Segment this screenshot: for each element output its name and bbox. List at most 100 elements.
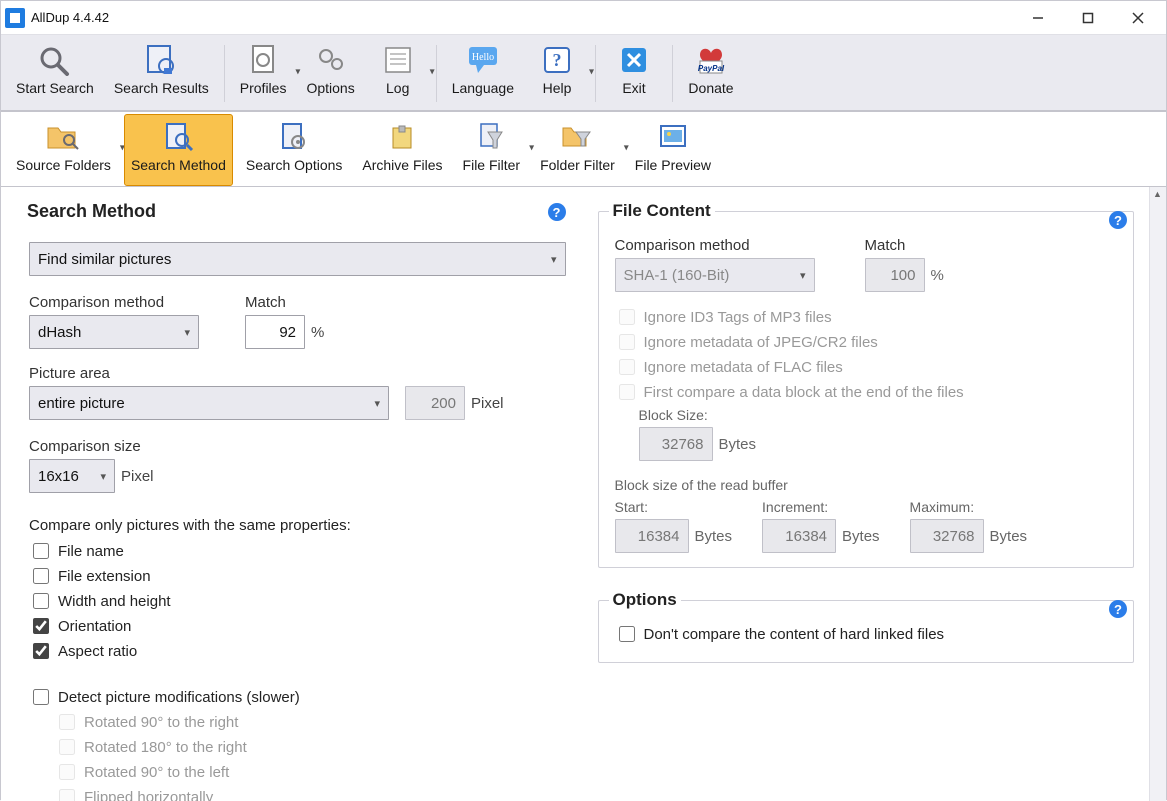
buffer-label: Block size of the read buffer [615, 477, 1118, 493]
main-content: Search Method ? Find similar pictures ▾ … [1, 187, 1166, 801]
search-method-pane: Search Method ? Find similar pictures ▾ … [1, 187, 586, 801]
paypal-heart-icon: PayPal [689, 42, 733, 78]
start-search-label: Start Search [16, 80, 94, 96]
comparison-method-value: dHash [38, 324, 81, 341]
match-input[interactable]: 92 [245, 315, 305, 349]
picture-area-select[interactable]: entire picture ▾ [29, 386, 389, 420]
tab-file-preview-label: File Preview [635, 157, 711, 173]
chk-orientation[interactable]: Orientation [29, 615, 566, 637]
exit-icon [612, 42, 656, 78]
tab-source-folders-label: Source Folders [16, 157, 111, 173]
log-button[interactable]: Log ▾ [368, 37, 428, 110]
fc-comparison-label: Comparison method [615, 237, 815, 254]
chk-hardlink[interactable]: Don't compare the content of hard linked… [615, 623, 1118, 645]
max-label: Maximum: [910, 499, 1028, 515]
chevron-down-icon[interactable]: ▾ [430, 66, 435, 77]
tab-search-method[interactable]: Search Method [124, 114, 233, 186]
options-button[interactable]: Options [299, 37, 361, 110]
exit-button[interactable]: Exit [604, 37, 664, 110]
question-icon: ? [535, 42, 579, 78]
comparison-method-select[interactable]: dHash ▾ [29, 315, 199, 349]
start-label: Start: [615, 499, 733, 515]
mode-select[interactable]: Find similar pictures ▾ [29, 242, 566, 276]
language-button[interactable]: Hello Language [445, 37, 521, 110]
tab-source-folders[interactable]: Source Folders ▾ [9, 114, 118, 186]
chevron-down-icon: ▾ [374, 397, 380, 410]
minimize-button[interactable] [1014, 2, 1062, 34]
file-magnifier-icon [156, 119, 200, 155]
fc-comparison-select: SHA-1 (160-Bit) ▾ [615, 258, 815, 292]
help-label: Help [543, 80, 572, 96]
window-controls [1014, 2, 1162, 34]
options-title: Options [609, 590, 681, 610]
language-label: Language [452, 80, 514, 96]
comparison-size-select[interactable]: 16x16 ▾ [29, 459, 115, 493]
chk-file-ext[interactable]: File extension [29, 565, 566, 587]
help-icon[interactable]: ? [1109, 211, 1127, 229]
chk-file-name[interactable]: File name [29, 540, 566, 562]
donate-button[interactable]: PayPal Donate [681, 37, 741, 110]
bytes-unit: Bytes [719, 436, 757, 453]
chk-ign-id3: Ignore ID3 Tags of MP3 files [615, 306, 1118, 328]
preview-icon [651, 119, 695, 155]
svg-text:Hello: Hello [472, 52, 494, 63]
svg-text:PayPal: PayPal [698, 64, 725, 73]
tab-archive-files-label: Archive Files [362, 157, 442, 173]
incr-input: 16384 [762, 519, 836, 553]
picture-area-px-input: 200 [405, 386, 465, 420]
chk-rot90r: Rotated 90° to the right [55, 711, 566, 733]
vertical-scrollbar[interactable] [1149, 187, 1166, 801]
maximize-button[interactable] [1064, 2, 1112, 34]
gears-icon [309, 42, 353, 78]
help-button[interactable]: ? Help ▾ [527, 37, 587, 110]
file-content-title: File Content [609, 201, 715, 221]
comparison-size-label: Comparison size [29, 438, 566, 455]
fc-comparison-value: SHA-1 (160-Bit) [624, 267, 730, 284]
exit-label: Exit [622, 80, 645, 96]
options-label: Options [306, 80, 354, 96]
start-search-button[interactable]: Start Search [9, 37, 101, 110]
same-props-label: Compare only pictures with the same prop… [29, 517, 566, 534]
pct-unit: % [931, 267, 944, 284]
picture-area-label: Picture area [29, 365, 566, 382]
pixel-unit: Pixel [471, 395, 504, 412]
file-gear-icon [272, 119, 316, 155]
log-icon [376, 42, 420, 78]
tab-archive-files[interactable]: Archive Files [355, 114, 449, 186]
fc-match-input: 100 [865, 258, 925, 292]
comparison-size-value: 16x16 [38, 468, 79, 485]
chevron-down-icon: ▾ [100, 470, 106, 483]
chevron-down-icon: ▾ [551, 253, 557, 266]
tab-folder-filter[interactable]: Folder Filter ▾ [533, 114, 622, 186]
tab-file-filter[interactable]: File Filter ▾ [456, 114, 528, 186]
chk-first-block: First compare a data block at the end of… [615, 381, 1118, 403]
bytes-unit: Bytes [842, 528, 880, 545]
search-results-label: Search Results [114, 80, 209, 96]
chevron-down-icon: ▾ [184, 326, 190, 339]
chk-ign-jpeg: Ignore metadata of JPEG/CR2 files [615, 331, 1118, 353]
tab-file-preview[interactable]: File Preview [628, 114, 718, 186]
profiles-button[interactable]: Profiles ▾ [233, 37, 294, 110]
magnifier-icon [33, 42, 77, 78]
close-button[interactable] [1114, 2, 1162, 34]
profiles-label: Profiles [240, 80, 287, 96]
tab-search-options[interactable]: Search Options [239, 114, 350, 186]
donate-label: Donate [688, 80, 733, 96]
help-icon[interactable]: ? [1109, 600, 1127, 618]
help-icon[interactable]: ? [548, 203, 566, 221]
max-input: 32768 [910, 519, 984, 553]
pixel-unit: Pixel [121, 468, 154, 485]
chevron-down-icon[interactable]: ▾ [589, 66, 594, 77]
folder-magnifier-icon [41, 119, 85, 155]
search-results-button[interactable]: Search Results [107, 37, 216, 110]
results-icon [139, 42, 183, 78]
tab-search-options-label: Search Options [246, 157, 343, 173]
file-funnel-icon [469, 119, 513, 155]
svg-text:?: ? [553, 50, 562, 70]
app-icon [5, 8, 25, 28]
chk-width-height[interactable]: Width and height [29, 590, 566, 612]
chk-detect-mods[interactable]: Detect picture modifications (slower) [29, 686, 566, 708]
chk-aspect[interactable]: Aspect ratio [29, 640, 566, 662]
bytes-unit: Bytes [990, 528, 1028, 545]
archive-icon [380, 119, 424, 155]
